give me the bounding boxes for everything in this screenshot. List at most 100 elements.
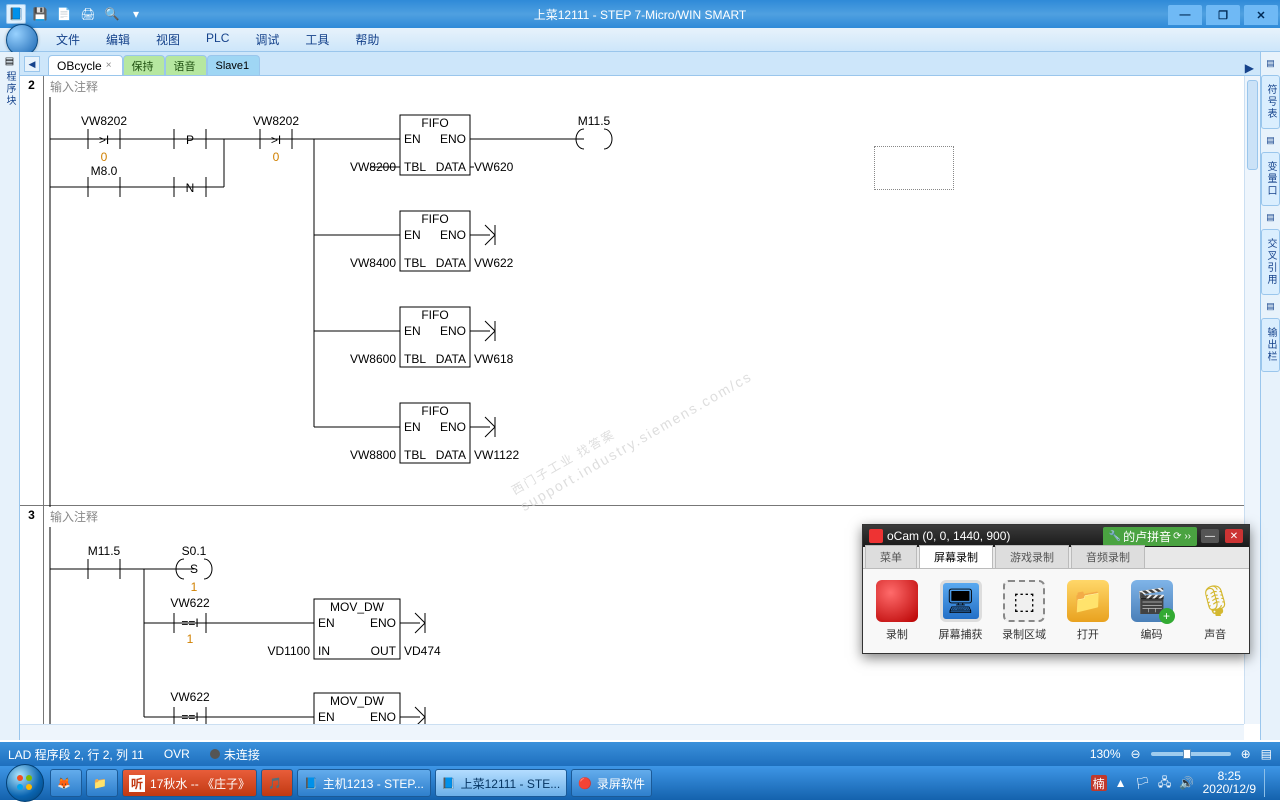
ocam-tab-screen[interactable]: 屏幕录制 [919, 545, 993, 568]
menu-view[interactable]: 视图 [144, 27, 192, 52]
svg-text:M11.5: M11.5 [88, 544, 121, 558]
menubar: 文件 编辑 视图 PLC 调试 工具 帮助 [0, 28, 1280, 52]
svg-text:0: 0 [273, 150, 280, 164]
svg-text:M8.0: M8.0 [91, 164, 118, 178]
ladder-diagram[interactable]: VW8202 >I 0 P M8.0 N [44, 97, 1244, 507]
svg-text:VW8800: VW8800 [350, 448, 396, 462]
right-tab[interactable]: 符号表 [1261, 75, 1280, 129]
zoom-out-button[interactable]: ⊖ [1131, 747, 1141, 761]
tray-overflow-icon[interactable]: ▲ [1113, 775, 1129, 791]
left-sidebar-collapsed[interactable]: ▤ 程序块 [0, 52, 20, 740]
task-item[interactable]: 📘 主机1213 - STEP... [297, 769, 431, 797]
show-desktop-button[interactable] [1264, 769, 1274, 797]
svg-text:P: P [186, 133, 194, 147]
menu-tools[interactable]: 工具 [293, 27, 341, 52]
horizontal-scrollbar[interactable] [20, 724, 1244, 740]
svg-text:S0.1: S0.1 [182, 544, 207, 558]
tab-keep[interactable]: 保持 [123, 55, 165, 75]
ocam-sound-button[interactable]: 🎙声音 [1185, 575, 1245, 647]
task-item[interactable]: 听17秋水 -- 《庄子》 [122, 769, 257, 797]
svg-text:ENO: ENO [370, 710, 396, 724]
svg-text:ENO: ENO [370, 616, 396, 630]
app-icon[interactable]: 📘 [6, 4, 26, 24]
right-tab[interactable]: 变量口 [1261, 152, 1280, 206]
svg-text:TBL: TBL [404, 352, 426, 366]
network-comment[interactable]: 输入注释 [44, 76, 1244, 97]
menu-edit[interactable]: 编辑 [94, 27, 142, 52]
menu-plc[interactable]: PLC [194, 27, 241, 52]
right-tab[interactable]: 输出栏 [1261, 318, 1280, 372]
close-button[interactable]: ✕ [1244, 5, 1278, 25]
network-number: 2 [20, 76, 44, 505]
tray-network-icon[interactable]: 🖧 [1157, 775, 1173, 791]
ocam-window[interactable]: oCam (0, 0, 1440, 900) 🔧 的卢拼音 ⟳ ›› — ✕ 菜… [862, 524, 1250, 654]
ocam-record-button[interactable]: 录制 [867, 575, 927, 647]
status-ovr: OVR [164, 747, 190, 761]
svg-text:FIFO: FIFO [421, 404, 448, 418]
tab-slave1[interactable]: Slave1 [207, 55, 261, 75]
svg-text:FIFO: FIFO [421, 116, 448, 130]
svg-text:M11.5: M11.5 [578, 114, 611, 128]
ocam-encode-button[interactable]: 🎬+编码 [1122, 575, 1182, 647]
qat-dropdown-icon[interactable]: ▾ [126, 4, 146, 24]
svg-text:VW618: VW618 [474, 352, 514, 366]
tab-voice[interactable]: 语音 [165, 55, 207, 75]
qat-print-icon[interactable]: 🖨 [78, 4, 98, 24]
ocam-open-button[interactable]: 📁打开 [1058, 575, 1118, 647]
ocam-minimize[interactable]: — [1201, 529, 1219, 543]
ime-indicator[interactable]: 🔧 的卢拼音 ⟳ ›› [1103, 527, 1197, 546]
qat-save-icon[interactable]: 💾 [30, 4, 50, 24]
task-item[interactable]: 🎵 [261, 769, 293, 797]
zoom-in-button[interactable]: ⊕ [1241, 747, 1251, 761]
window-title: 上菜12111 - STEP 7-Micro/WIN SMART [534, 6, 747, 23]
right-tab[interactable]: 交叉引用 [1261, 229, 1280, 295]
tabs-scroll-right[interactable]: ▶ [1239, 61, 1260, 75]
menu-file[interactable]: 文件 [44, 27, 92, 52]
svg-text:DATA: DATA [436, 448, 466, 462]
close-tab-icon[interactable]: × [106, 60, 112, 71]
svg-text:1: 1 [187, 632, 194, 646]
svg-text:VW620: VW620 [474, 160, 514, 174]
ocam-capture-button[interactable]: 🖥屏幕捕获 [931, 575, 991, 647]
network-number: 3 [20, 506, 44, 724]
maximize-button[interactable]: ❐ [1206, 5, 1240, 25]
svg-text:TBL: TBL [404, 448, 426, 462]
ime-button[interactable]: 楠 [1091, 775, 1107, 791]
svg-text:VW8400: VW8400 [350, 256, 396, 270]
svg-text:TBL: TBL [404, 160, 426, 174]
svg-text:==I: ==I [181, 710, 198, 724]
status-icon[interactable]: ▤ [1261, 747, 1272, 761]
svg-text:MOV_DW: MOV_DW [330, 694, 385, 708]
menu-help[interactable]: 帮助 [343, 27, 391, 52]
tabs-scroll-left[interactable]: ◀ [24, 56, 40, 72]
quick-access-toolbar: 📘 💾 📄 🖨 🔍 ▾ [0, 4, 146, 24]
svg-text:VW1122: VW1122 [474, 448, 519, 462]
status-zoom[interactable]: 130% [1090, 747, 1121, 761]
zoom-slider[interactable] [1151, 752, 1231, 756]
svg-text:VW8202: VW8202 [253, 114, 299, 128]
qat-btn[interactable]: 📄 [54, 4, 74, 24]
tab-obcycle[interactable]: OBcycle× [48, 55, 123, 75]
svg-text:1: 1 [191, 580, 198, 594]
menu-debug[interactable]: 调试 [243, 27, 291, 52]
windows-taskbar: 🦊 📁 听17秋水 -- 《庄子》 🎵 📘 主机1213 - STEP... 📘… [0, 766, 1280, 800]
task-pin[interactable]: 🦊 [50, 769, 82, 797]
minimize-button[interactable]: — [1168, 5, 1202, 25]
ocam-tab-game[interactable]: 游戏录制 [995, 545, 1069, 568]
svg-text:FIFO: FIFO [421, 212, 448, 226]
ocam-close-button[interactable]: ✕ [1225, 529, 1243, 543]
ocam-titlebar[interactable]: oCam (0, 0, 1440, 900) 🔧 的卢拼音 ⟳ ›› — ✕ [863, 525, 1249, 547]
task-pin[interactable]: 📁 [86, 769, 118, 797]
tray-flag-icon[interactable]: 🏳 [1135, 775, 1151, 791]
svg-text:EN: EN [318, 616, 335, 630]
ocam-region-button[interactable]: ⬚录制区域 [994, 575, 1054, 647]
start-button[interactable] [6, 764, 44, 802]
task-item[interactable]: 🔴 录屏软件 [571, 769, 652, 797]
taskbar-clock[interactable]: 8:25 2020/12/9 [1203, 770, 1256, 796]
ocam-tab-menu[interactable]: 菜单 [865, 545, 917, 568]
task-item-active[interactable]: 📘 上菜12111 - STE... [435, 769, 567, 797]
svg-text:EN: EN [404, 228, 421, 242]
ocam-tab-audio[interactable]: 音频录制 [1071, 545, 1145, 568]
tray-volume-icon[interactable]: 🔊 [1179, 775, 1195, 791]
qat-preview-icon[interactable]: 🔍 [102, 4, 122, 24]
